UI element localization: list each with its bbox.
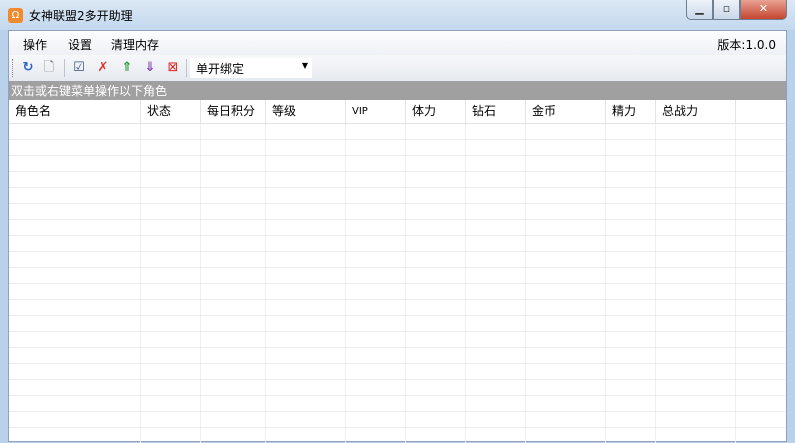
menu-operate[interactable]: 操作 <box>23 36 47 53</box>
grid-line <box>265 124 266 443</box>
new-document-icon[interactable]: 🗋 <box>41 60 57 76</box>
move-up-icon[interactable]: ⇑ <box>119 60 135 76</box>
move-down-icon[interactable]: ⇓ <box>142 60 158 76</box>
main-window: 操作 设置 清理内存 版本:1.0.0 ↻ 🗋 ☑ ✗ ⇑ ⇓ ⊠ 单开绑定 ▼ … <box>8 30 787 443</box>
grid-line <box>605 124 606 443</box>
grid-line <box>465 124 466 443</box>
grid-line <box>345 124 346 443</box>
menu-clear-memory[interactable]: 清理内存 <box>111 36 159 53</box>
col-gold[interactable]: 金币 <box>526 100 606 124</box>
close-button[interactable]: ✕ <box>740 0 787 20</box>
grid-line <box>200 124 201 443</box>
col-role-name[interactable]: 角色名 <box>9 100 141 124</box>
uncheck-icon[interactable]: ✗ <box>95 60 111 76</box>
col-stamina[interactable]: 体力 <box>406 100 466 124</box>
window-title: 女神联盟2多开助理 <box>29 9 133 23</box>
col-daily-points[interactable]: 每日积分 <box>201 100 266 124</box>
maximize-button[interactable]: ▫ <box>713 0 740 20</box>
col-energy[interactable]: 精力 <box>606 100 656 124</box>
app-icon: Ω <box>8 8 23 23</box>
table-header: 角色名 状态 每日积分 等级 VIP 体力 钻石 金币 精力 总战力 <box>9 100 786 124</box>
grid-line <box>405 124 406 443</box>
version-label: 版本:1.0.0 <box>717 38 776 52</box>
toolbar: ↻ 🗋 ☑ ✗ ⇑ ⇓ ⊠ 单开绑定 ▼ <box>9 55 786 81</box>
grid-line <box>140 124 141 443</box>
grid-line <box>735 124 736 443</box>
col-vip[interactable]: VIP <box>346 100 406 124</box>
chevron-down-icon: ▼ <box>301 61 308 70</box>
bind-mode-value: 单开绑定 <box>196 62 245 76</box>
col-filler <box>736 100 786 124</box>
col-level[interactable]: 等级 <box>266 100 346 124</box>
role-table[interactable]: 角色名 状态 每日积分 等级 VIP 体力 钻石 金币 精力 总战力 <box>9 100 786 443</box>
col-total-power[interactable]: 总战力 <box>656 100 736 124</box>
grid-line <box>655 124 656 443</box>
title-bar: Ω 女神联盟2多开助理 ▁ ▫ ✕ <box>0 0 795 30</box>
delete-icon[interactable]: ⊠ <box>165 60 181 76</box>
col-status[interactable]: 状态 <box>141 100 201 124</box>
menu-settings[interactable]: 设置 <box>68 36 92 53</box>
menu-bar: 操作 设置 清理内存 版本:1.0.0 <box>9 31 786 55</box>
check-icon[interactable]: ☑ <box>71 60 87 76</box>
bind-mode-select[interactable]: 单开绑定 ▼ <box>190 58 312 78</box>
minimize-button[interactable]: ▁ <box>686 0 713 20</box>
refresh-icon[interactable]: ↻ <box>20 60 36 76</box>
grid-line <box>525 124 526 443</box>
col-diamond[interactable]: 钻石 <box>466 100 526 124</box>
hint-bar: 双击或右键菜单操作以下角色 <box>9 81 786 100</box>
